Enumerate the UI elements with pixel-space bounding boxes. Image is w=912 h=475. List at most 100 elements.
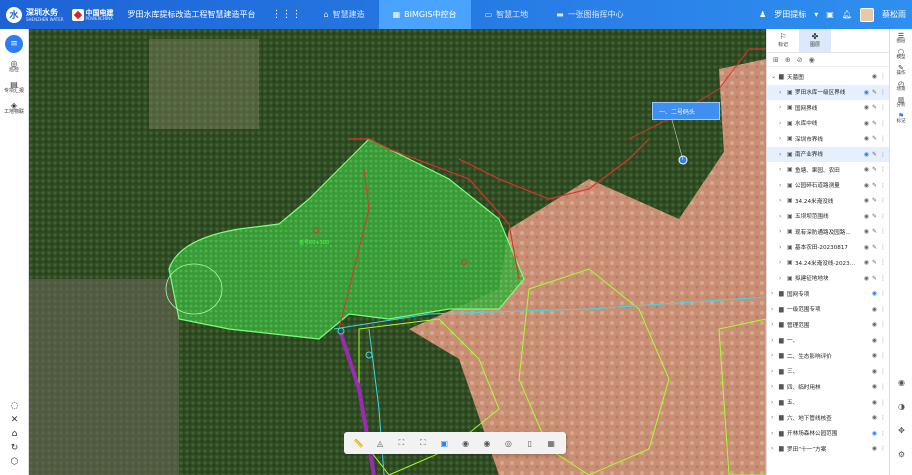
nav-smart-construction[interactable]: ⌂ 智慧建造 bbox=[310, 0, 379, 29]
layer-row[interactable]: › ▆ 罗田“十一”方案 ◉ ⋮ bbox=[767, 441, 889, 457]
chevron-right-icon[interactable]: › bbox=[779, 135, 787, 142]
edit-icon[interactable]: ✎ bbox=[872, 197, 877, 204]
wharf-callout[interactable]: 一、二号码头 bbox=[652, 102, 720, 120]
eye-icon[interactable]: ◉ bbox=[864, 151, 869, 158]
eye-icon[interactable]: ◉ bbox=[864, 213, 869, 220]
eye-icon[interactable]: ◉ bbox=[872, 399, 877, 406]
edit-icon[interactable]: ✎ bbox=[872, 135, 877, 142]
layer-row[interactable]: › ▆ 四、临时用林 ◉ ⋮ bbox=[767, 379, 889, 395]
more-icon[interactable]: ⋮ bbox=[880, 135, 886, 142]
more-icon[interactable]: ⋮ bbox=[880, 182, 886, 189]
contrast-icon[interactable]: ◑ bbox=[890, 395, 912, 419]
show-all-icon[interactable]: ◉ bbox=[809, 56, 815, 64]
rail-item-marker[interactable]: ⚑ 标记 bbox=[890, 113, 912, 125]
layer-row[interactable]: › ▆ 一、 ◉ ⋮ bbox=[767, 333, 889, 349]
apps-grid-icon[interactable]: ⋮⋮⋮ bbox=[272, 9, 302, 20]
chevron-right-icon[interactable]: › bbox=[771, 321, 779, 328]
measure-icon[interactable]: 📏 bbox=[351, 439, 367, 448]
more-icon[interactable]: ⋮ bbox=[880, 368, 886, 375]
settings-icon[interactable]: ⚙ bbox=[890, 443, 912, 467]
chevron-right-icon[interactable]: › bbox=[779, 275, 787, 282]
eye-icon[interactable]: ◉ bbox=[864, 182, 869, 189]
edit-icon[interactable]: ✎ bbox=[872, 244, 877, 251]
layer-row[interactable]: › ▣ 34.24米淹没线-2023... ◉ ✎ ⋮ bbox=[767, 255, 889, 271]
chevron-right-icon[interactable]: › bbox=[771, 368, 779, 375]
eye-icon[interactable]: ◉ bbox=[872, 321, 877, 328]
eye-icon[interactable]: ◉ bbox=[872, 337, 877, 344]
edit-icon[interactable]: ✎ bbox=[872, 259, 877, 266]
move-icon[interactable]: ✥ bbox=[890, 419, 912, 443]
eye-icon[interactable]: ◉ bbox=[872, 430, 877, 437]
edit-icon[interactable]: ✎ bbox=[872, 104, 877, 111]
eye-icon[interactable]: ◉ bbox=[872, 73, 877, 80]
nav-command-center[interactable]: ▬ 一张图指挥中心 bbox=[542, 0, 638, 29]
eye-icon[interactable]: ◉ bbox=[864, 259, 869, 266]
rail-item-operate[interactable]: ✎ 操作 bbox=[890, 65, 912, 77]
more-icon[interactable]: ⋮ bbox=[880, 383, 886, 390]
more-icon[interactable]: ⋮ bbox=[880, 73, 886, 80]
add-layer-icon[interactable]: ⊕ bbox=[785, 56, 791, 64]
eye-icon[interactable]: ◉ bbox=[872, 414, 877, 421]
more-icon[interactable]: ⋮ bbox=[880, 306, 886, 313]
eye-icon[interactable]: ◉ bbox=[872, 383, 877, 390]
more-icon[interactable]: ⋮ bbox=[880, 244, 886, 251]
chevron-right-icon[interactable]: › bbox=[771, 445, 779, 452]
menu-icon[interactable]: ≡ bbox=[5, 35, 23, 53]
layer-row[interactable]: › ▣ 公园碎石道路测量 ◉ ✎ ⋮ bbox=[767, 178, 889, 194]
rail-item-layers[interactable]: ☰ 图层 bbox=[890, 33, 912, 45]
bell-icon[interactable]: 🔔︎ bbox=[842, 10, 852, 19]
tab-markers[interactable]: ⚐ 标记 bbox=[767, 29, 799, 52]
compass-icon[interactable]: ◉ bbox=[890, 371, 912, 395]
eye-icon[interactable]: ◉ bbox=[864, 89, 869, 96]
view-icon[interactable]: ◉ bbox=[458, 439, 474, 448]
more-icon[interactable]: ⋮ bbox=[880, 259, 886, 266]
palette-icon[interactable]: ◌ bbox=[0, 399, 29, 413]
layer-row[interactable]: › ▆ 三、 ◉ ⋮ bbox=[767, 364, 889, 380]
more-icon[interactable]: ⋮ bbox=[880, 352, 886, 359]
layer-row[interactable]: › ▣ 拟建征地地块 ◉ ✎ ⋮ bbox=[767, 271, 889, 287]
chevron-right-icon[interactable]: › bbox=[779, 120, 787, 127]
layer-row[interactable]: › ▆ 一级范围专项 ◉ ⋮ bbox=[767, 302, 889, 318]
map-imagery[interactable] bbox=[29, 29, 766, 475]
expand-icon[interactable]: ⛶ bbox=[415, 438, 431, 448]
edit-icon[interactable]: ✎ bbox=[872, 120, 877, 127]
layer-row[interactable]: › ▆ 六、地下管线核查 ◉ ⋮ bbox=[767, 410, 889, 426]
chevron-right-icon[interactable]: › bbox=[779, 182, 787, 189]
edit-icon[interactable]: ✎ bbox=[872, 166, 877, 173]
eye-icon[interactable]: ◉ bbox=[872, 352, 877, 359]
edit-icon[interactable]: ✎ bbox=[872, 275, 877, 282]
layer-row[interactable]: › ▣ 34.24米淹没线 ◉ ✎ ⋮ bbox=[767, 193, 889, 209]
user-name[interactable]: 蔡松雨 bbox=[882, 9, 906, 20]
more-icon[interactable]: ⋮ bbox=[880, 399, 886, 406]
eye-icon[interactable]: ◉ bbox=[479, 439, 495, 448]
more-icon[interactable]: ⋮ bbox=[880, 430, 886, 437]
edit-icon[interactable]: ✎ bbox=[872, 151, 877, 158]
more-icon[interactable]: ⋮ bbox=[880, 290, 886, 297]
more-icon[interactable]: ⋮ bbox=[880, 104, 886, 111]
layer-row[interactable]: › ▣ 基本农田-20230817 ◉ ✎ ⋮ bbox=[767, 240, 889, 256]
edit-icon[interactable]: ✎ bbox=[872, 182, 877, 189]
layer-row[interactable]: › ▣ 水库中线 ◉ ✎ ⋮ bbox=[767, 116, 889, 132]
layer-row[interactable]: › ▣ 国网界线 ◉ ✎ ⋮ bbox=[767, 100, 889, 116]
edit-icon[interactable]: ✎ bbox=[872, 89, 877, 96]
chevron-right-icon[interactable]: › bbox=[779, 197, 787, 204]
more-icon[interactable]: ⋮ bbox=[880, 321, 886, 328]
doc-icon[interactable]: ▯ bbox=[522, 439, 538, 448]
layers-icon[interactable]: ▣ bbox=[436, 439, 452, 448]
layer-row[interactable]: › ▆ 二、生态影响评价 ◉ ⋮ bbox=[767, 348, 889, 364]
grid-icon[interactable]: ▦ bbox=[543, 439, 559, 448]
eye-icon[interactable]: ◉ bbox=[872, 368, 877, 375]
layer-row[interactable]: › ▆ 管理范围 ◉ ⋮ bbox=[767, 317, 889, 333]
hide-all-icon[interactable]: ⊘ bbox=[797, 56, 803, 64]
chevron-right-icon[interactable]: › bbox=[779, 259, 787, 266]
tab-layers[interactable]: ✤ 图层 bbox=[799, 29, 831, 52]
rail-item-iot[interactable]: ◈ 工地物联 bbox=[0, 102, 28, 116]
pin-icon[interactable]: ◬ bbox=[372, 439, 388, 448]
chevron-right-icon[interactable]: › bbox=[771, 290, 779, 297]
target-icon[interactable]: ◎ bbox=[500, 439, 516, 448]
more-icon[interactable]: ⋮ bbox=[880, 89, 886, 96]
chevron-right-icon[interactable]: › bbox=[779, 166, 787, 173]
layer-row[interactable]: › ▣ 深圳市界线 ◉ ✎ ⋮ bbox=[767, 131, 889, 147]
more-icon[interactable]: ⋮ bbox=[880, 445, 886, 452]
chevron-right-icon[interactable]: › bbox=[779, 89, 787, 96]
